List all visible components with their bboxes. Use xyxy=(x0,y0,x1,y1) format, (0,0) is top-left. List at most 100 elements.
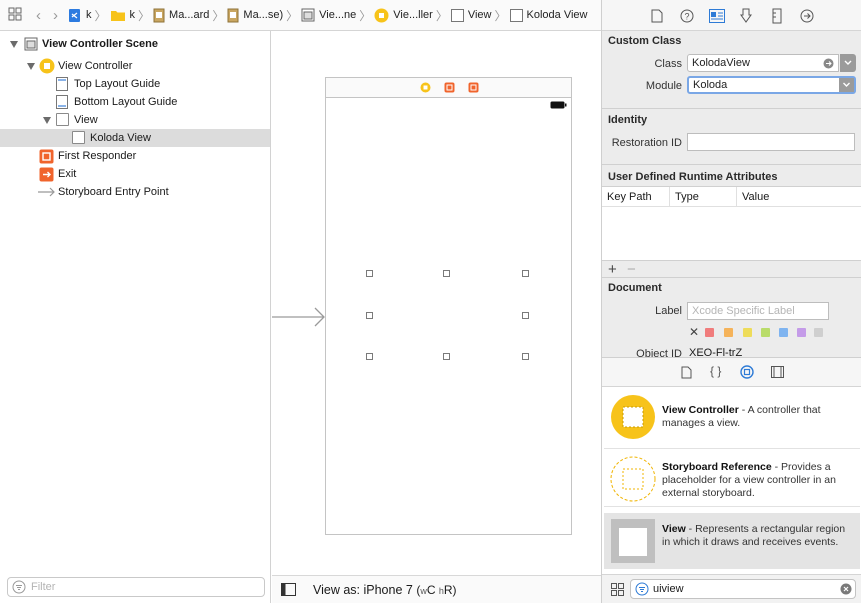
outline-item-view[interactable]: View xyxy=(0,111,270,129)
grid-view-icon[interactable] xyxy=(611,583,624,596)
restoration-id-field[interactable] xyxy=(687,133,855,151)
outline-item-bottom-layout-guide[interactable]: Bottom Layout Guide xyxy=(0,93,270,111)
document-label-label: Label xyxy=(655,305,682,317)
runtime-attributes-table[interactable]: Key Path Type Value xyxy=(602,186,861,261)
column-header-type[interactable]: Type xyxy=(675,191,699,203)
library-item-view-controller[interactable]: View Controller - A controller that mana… xyxy=(604,391,860,449)
table-header: Key Path Type Value xyxy=(602,187,861,207)
storyboard-reference-icon xyxy=(610,456,656,502)
identity-inspector-icon[interactable] xyxy=(709,9,725,23)
resize-handle[interactable] xyxy=(366,353,373,360)
divider xyxy=(602,277,861,278)
outline-filter-field[interactable]: Filter xyxy=(7,577,265,597)
identity-title: Identity xyxy=(608,114,648,126)
jumpbar-item-folder[interactable]: k xyxy=(110,0,135,30)
disclosure-triangle-icon[interactable] xyxy=(43,117,51,124)
library-item-storyboard-reference[interactable]: Storyboard Reference - Provides a placeh… xyxy=(604,449,860,507)
library-tab-bar: { } xyxy=(602,357,861,387)
runtime-attributes-title: User Defined Runtime Attributes xyxy=(608,171,778,183)
disclosure-triangle-icon[interactable] xyxy=(27,63,35,70)
filter-icon xyxy=(12,580,26,594)
document-outline: View Controller Scene View Controller To… xyxy=(0,31,271,603)
scene-icon xyxy=(24,37,38,51)
code-snippet-library-icon[interactable]: { } xyxy=(710,364,721,378)
class-dropdown-button[interactable] xyxy=(840,54,856,72)
related-items-icon[interactable] xyxy=(8,7,24,23)
module-dropdown-button[interactable] xyxy=(839,78,854,92)
outline-item-koloda-view[interactable]: Koloda View xyxy=(0,129,270,147)
column-header-value[interactable]: Value xyxy=(742,191,769,203)
disclosure-triangle-icon[interactable] xyxy=(10,41,18,48)
color-label-red[interactable] xyxy=(705,328,714,337)
document-title: Document xyxy=(608,282,662,294)
color-label-blue[interactable] xyxy=(779,328,788,337)
outline-item-first-responder[interactable]: First Responder xyxy=(0,147,270,165)
layout-guide-icon xyxy=(56,77,68,91)
storyboard-canvas[interactable]: View as: iPhone 7 (wC hR) xyxy=(272,31,601,603)
library-item-title: Storyboard Reference xyxy=(662,461,772,473)
color-label-purple[interactable] xyxy=(797,328,806,337)
file-inspector-icon[interactable] xyxy=(651,9,663,23)
outline-item-view-controller[interactable]: View Controller xyxy=(0,57,270,75)
object-library: { } View Controller - A controller that … xyxy=(602,357,861,603)
resize-handle[interactable] xyxy=(522,353,529,360)
color-label-gray[interactable] xyxy=(814,328,823,337)
resize-handle[interactable] xyxy=(443,353,450,360)
resize-handle[interactable] xyxy=(366,312,373,319)
module-field[interactable]: Koloda xyxy=(687,76,856,94)
jumpbar-item-storyboard-base[interactable]: Ma...se) xyxy=(227,0,283,30)
jumpbar-item-view[interactable]: View xyxy=(450,0,492,30)
view-as-device-button[interactable]: View as: iPhone 7 (wC hR) xyxy=(313,583,457,597)
canvas-bottom-bar: View as: iPhone 7 (wC hR) xyxy=(272,575,601,603)
document-label-field[interactable]: Xcode Specific Label xyxy=(687,302,829,320)
color-label-green[interactable] xyxy=(761,328,770,337)
exit-icon[interactable] xyxy=(468,82,479,93)
color-label-orange[interactable] xyxy=(724,328,733,337)
first-responder-icon[interactable] xyxy=(444,82,455,93)
attributes-inspector-icon[interactable] xyxy=(740,8,752,24)
outline-item-top-layout-guide[interactable]: Top Layout Guide xyxy=(0,75,270,93)
entry-point-arrow[interactable] xyxy=(272,307,326,327)
forward-arrow-icon[interactable]: › xyxy=(53,7,58,24)
object-library-icon[interactable] xyxy=(740,365,754,379)
connections-inspector-icon[interactable] xyxy=(800,9,814,23)
outline-item-entry-point[interactable]: Storyboard Entry Point xyxy=(0,183,270,201)
resize-handle[interactable] xyxy=(522,312,529,319)
view-controller-frame[interactable] xyxy=(325,77,572,535)
view-controller-icon xyxy=(374,8,389,22)
view-icon xyxy=(509,8,523,22)
class-field[interactable]: KolodaView xyxy=(687,54,839,72)
view-icon xyxy=(450,8,464,22)
library-item-view[interactable]: View - Represents a rectangular region i… xyxy=(604,513,860,569)
clear-search-icon[interactable] xyxy=(840,583,852,595)
resize-handle[interactable] xyxy=(366,270,373,277)
add-attribute-button[interactable]: + xyxy=(608,261,617,278)
outline-item-exit[interactable]: Exit xyxy=(0,165,270,183)
resize-handle[interactable] xyxy=(522,270,529,277)
jumpbar-item-scene[interactable]: Vie...ne xyxy=(301,0,356,30)
custom-class-title: Custom Class xyxy=(608,35,682,47)
jumpbar-item-koloda-view[interactable]: Koloda View xyxy=(509,0,587,30)
jumpbar-item-project[interactable]: k xyxy=(68,0,92,30)
jumpbar-item-storyboard[interactable]: Ma...ard xyxy=(153,0,209,30)
color-label-yellow[interactable] xyxy=(743,328,752,337)
file-template-library-icon[interactable] xyxy=(681,366,692,379)
view-controller-icon xyxy=(611,395,655,439)
remove-attribute-button[interactable]: − xyxy=(627,261,636,278)
column-header-key-path[interactable]: Key Path xyxy=(607,191,652,203)
outline-item-scene[interactable]: View Controller Scene xyxy=(0,35,270,53)
filter-placeholder: Filter xyxy=(31,581,56,593)
clear-color-label-icon[interactable]: ✕ xyxy=(689,325,699,339)
jumpbar-item-view-controller[interactable]: Vie...ller xyxy=(374,0,433,30)
go-to-class-icon[interactable] xyxy=(823,58,834,69)
back-arrow-icon[interactable]: ‹ xyxy=(36,7,41,24)
library-search-field[interactable]: uiview xyxy=(630,579,856,599)
resize-handle[interactable] xyxy=(443,270,450,277)
view-controller-icon[interactable] xyxy=(420,82,431,93)
size-inspector-icon[interactable] xyxy=(772,8,782,24)
view-icon xyxy=(56,113,69,126)
divider xyxy=(602,164,861,165)
media-library-icon[interactable] xyxy=(771,366,784,378)
quick-help-icon[interactable]: ? xyxy=(680,9,694,23)
toggle-outline-icon[interactable] xyxy=(281,583,296,596)
